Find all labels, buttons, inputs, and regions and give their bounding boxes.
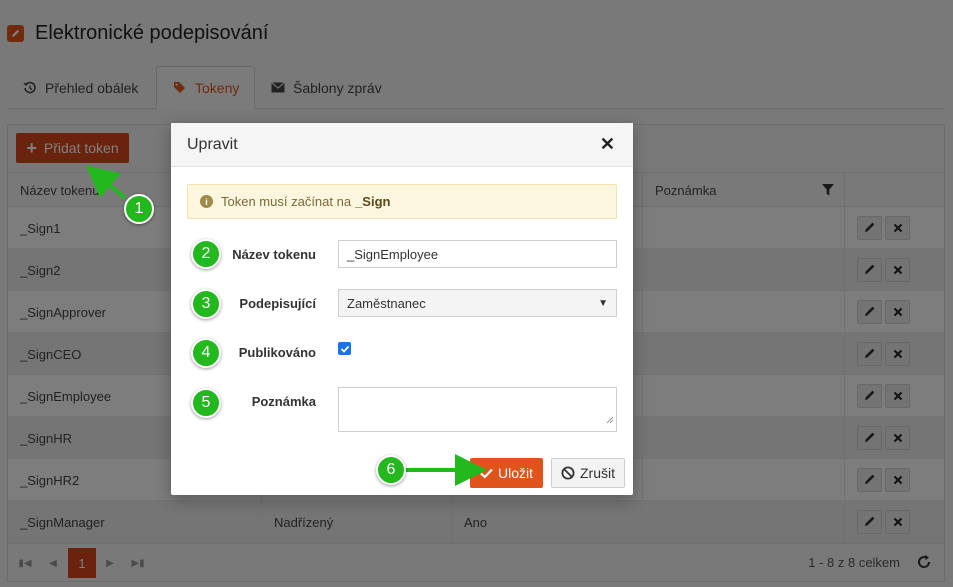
signer-select[interactable]: Zaměstnanec ▼ [338, 289, 617, 317]
signer-selected-value: Zaměstnanec [347, 295, 426, 311]
note-textarea[interactable] [338, 387, 617, 432]
annotation-badge-1: 1 [124, 194, 154, 224]
annotation-badge-5: 5 [191, 388, 221, 418]
annotation-badge-4: 4 [191, 338, 221, 368]
note-label: Poznámka [251, 394, 316, 409]
resize-grip-icon[interactable] [606, 411, 614, 429]
annotation-badge-3: 3 [191, 289, 221, 319]
alert-text: Token musí začínat na [221, 194, 352, 209]
cancel-label: Zrušit [580, 465, 615, 481]
cancel-button[interactable]: Zrušit [551, 458, 625, 488]
save-label: Uložit [497, 465, 533, 481]
signer-label: Podepisující [239, 296, 316, 311]
alert-token-prefix: _Sign [355, 194, 391, 209]
token-name-label: Název tokenu [232, 247, 316, 262]
close-icon[interactable]: ✕ [600, 135, 615, 153]
published-checkbox[interactable] [338, 342, 351, 355]
dialog-title: Upravit [187, 136, 238, 153]
check-icon [480, 468, 493, 479]
save-button[interactable]: Uložit [470, 458, 543, 488]
info-icon: i [200, 195, 213, 208]
annotation-badge-6: 6 [376, 455, 406, 485]
published-label: Publikováno [238, 345, 316, 360]
annotation-badge-2: 2 [191, 239, 221, 269]
token-name-input[interactable]: _SignEmployee [338, 240, 617, 268]
info-alert: i Token musí začínat na _Sign [187, 184, 617, 219]
edit-token-dialog: Upravit ✕ i Token musí začínat na _Sign … [171, 123, 633, 495]
ban-icon [561, 466, 575, 480]
caret-down-icon: ▼ [598, 297, 608, 309]
dialog-header: Upravit ✕ [171, 123, 633, 167]
